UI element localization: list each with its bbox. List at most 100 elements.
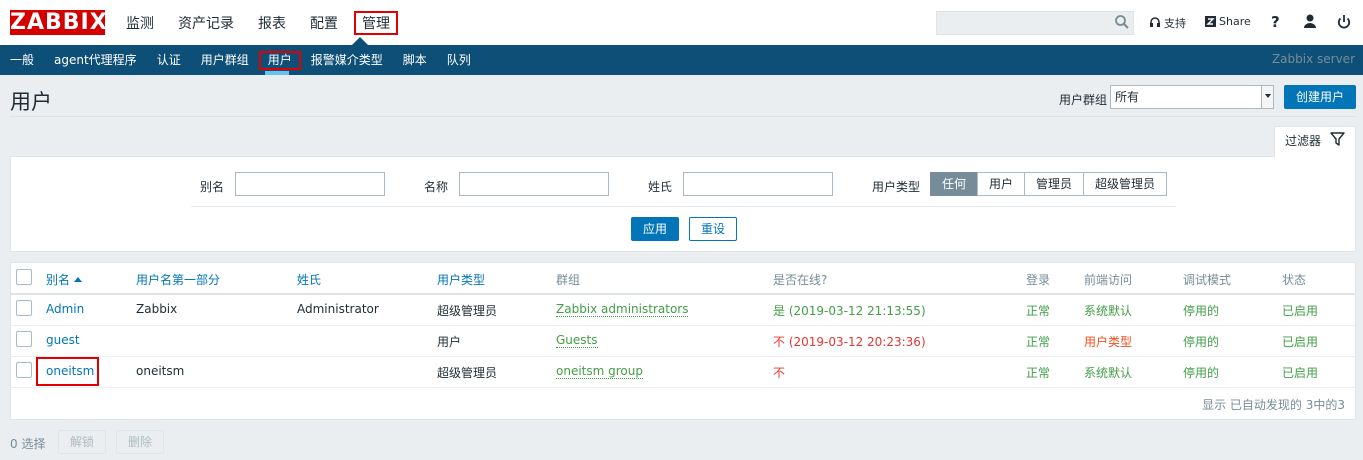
user-alias-link[interactable]: guest bbox=[46, 333, 80, 347]
user-debug-mode[interactable]: 停用的 bbox=[1183, 364, 1219, 381]
submenu-authentication[interactable]: 认证 bbox=[147, 45, 191, 75]
row-divider bbox=[11, 325, 1355, 326]
user-debug-mode[interactable]: 停用的 bbox=[1183, 333, 1219, 350]
delete-button[interactable]: 删除 bbox=[116, 430, 164, 454]
submenu-scripts[interactable]: 脚本 bbox=[393, 45, 437, 75]
row-divider bbox=[11, 356, 1355, 357]
reset-button[interactable]: 重设 bbox=[689, 217, 737, 241]
col-status: 状态 bbox=[1282, 273, 1307, 287]
sort-asc-icon bbox=[74, 277, 83, 282]
user-group-link[interactable]: oneitsm group bbox=[556, 364, 643, 379]
apply-button[interactable]: 应用 bbox=[631, 217, 679, 241]
server-name: Zabbix server bbox=[1271, 52, 1355, 66]
row-checkbox[interactable] bbox=[16, 300, 32, 316]
alias-label: 别名 bbox=[200, 180, 225, 194]
menu-administration[interactable]: 管理 bbox=[354, 11, 398, 35]
user-login-status: 正常 bbox=[1026, 304, 1051, 318]
user-group-link[interactable]: Zabbix administrators bbox=[556, 302, 689, 317]
user-status[interactable]: 已启用 bbox=[1282, 364, 1318, 381]
user-surname: Administrator bbox=[297, 302, 379, 316]
zabbix-logo[interactable]: ZABBIX bbox=[10, 10, 107, 35]
type-option-admin[interactable]: 管理员 bbox=[1024, 172, 1085, 196]
col-user-type[interactable]: 用户类型 bbox=[437, 271, 485, 288]
share-z-icon bbox=[1205, 16, 1216, 27]
group-filter-label: 用户群组 bbox=[1059, 93, 1108, 107]
submenu-queue[interactable]: 队列 bbox=[437, 45, 481, 75]
user-name: Zabbix bbox=[136, 302, 178, 316]
submenu-queue-label: 队列 bbox=[446, 53, 471, 67]
user-type-segmented: 任何 用户 管理员 超级管理员 bbox=[930, 172, 1168, 196]
active-submenu-indicator bbox=[265, 71, 289, 75]
type-option-user[interactable]: 用户 bbox=[977, 172, 1026, 196]
alias-input[interactable] bbox=[235, 172, 385, 196]
filter-tab[interactable]: 过滤器 bbox=[1274, 126, 1356, 157]
name-label: 名称 bbox=[424, 180, 449, 194]
user-login-status: 正常 bbox=[1026, 366, 1051, 380]
menu-reports[interactable]: 报表 bbox=[250, 11, 294, 35]
user-profile-icon[interactable] bbox=[1302, 13, 1318, 31]
user-type: 超级管理员 bbox=[437, 304, 498, 318]
submenu-user-groups-label: 用户群组 bbox=[200, 53, 249, 67]
user-login-status: 正常 bbox=[1026, 335, 1051, 349]
surname-input[interactable] bbox=[683, 172, 833, 196]
submenu-general[interactable]: 一般 bbox=[0, 45, 44, 75]
submenu-media-types-label: 报警媒介类型 bbox=[310, 53, 383, 67]
menu-configuration[interactable]: 配置 bbox=[302, 11, 346, 35]
share-link[interactable]: Share bbox=[1205, 15, 1251, 28]
user-status[interactable]: 已启用 bbox=[1282, 333, 1318, 350]
submenu-proxies-label: agent代理程序 bbox=[54, 53, 137, 67]
search-input[interactable] bbox=[936, 11, 1134, 35]
user-online-status: 不 (2019-03-12 20:23:36) bbox=[773, 335, 926, 349]
col-surname[interactable]: 姓氏 bbox=[297, 271, 321, 288]
user-online-status: 是 (2019-03-12 21:13:55) bbox=[773, 304, 926, 318]
user-online-status: 不 bbox=[773, 366, 786, 380]
col-frontend: 前端访问 bbox=[1084, 273, 1133, 287]
filter-panel: 别名 名称 姓氏 用户类型 任何 用户 管理员 超级管理员 应用 重设 bbox=[10, 156, 1356, 252]
col-name[interactable]: 用户名第一部分 bbox=[136, 271, 220, 288]
submenu-scripts-label: 脚本 bbox=[402, 53, 427, 67]
user-status[interactable]: 已启用 bbox=[1282, 302, 1318, 319]
row-checkbox[interactable] bbox=[16, 331, 32, 347]
page-title: 用户 bbox=[10, 90, 52, 114]
group-select[interactable]: 所有 bbox=[1110, 85, 1274, 109]
surname-label: 姓氏 bbox=[648, 180, 673, 194]
submenu-proxies[interactable]: agent代理程序 bbox=[44, 45, 147, 75]
filter-tab-label: 过滤器 bbox=[1285, 134, 1322, 148]
submenu-media-types[interactable]: 报警媒介类型 bbox=[301, 45, 393, 75]
col-debug: 调试模式 bbox=[1183, 273, 1232, 287]
col-online: 是否在线? bbox=[773, 273, 828, 287]
user-alias-link[interactable]: Admin bbox=[46, 302, 84, 316]
user-frontend-access: 系统默认 bbox=[1084, 366, 1133, 380]
users-table: 别名 用户名第一部分 姓氏 用户类型 群组 是否在线? 登录 前端访问 调试模式… bbox=[10, 262, 1356, 420]
name-input[interactable] bbox=[459, 172, 609, 196]
user-type-label: 用户类型 bbox=[872, 180, 921, 194]
col-alias-label: 别名 bbox=[46, 273, 71, 287]
col-groups: 群组 bbox=[556, 273, 581, 287]
header-divider bbox=[11, 293, 1355, 295]
help-icon[interactable]: ? bbox=[1271, 13, 1280, 31]
power-icon[interactable] bbox=[1336, 13, 1352, 31]
user-alias-link[interactable]: oneitsm bbox=[46, 364, 94, 378]
row-checkbox[interactable] bbox=[16, 362, 32, 378]
user-name: oneitsm bbox=[136, 364, 185, 378]
create-user-button[interactable]: 创建用户 bbox=[1284, 85, 1356, 109]
col-alias[interactable]: 别名 bbox=[46, 271, 83, 288]
submenu-user-groups[interactable]: 用户群组 bbox=[191, 45, 259, 75]
col-login: 登录 bbox=[1026, 273, 1051, 287]
submenu-authentication-label: 认证 bbox=[156, 53, 181, 67]
filter-icon bbox=[1330, 132, 1345, 146]
top-header: ZABBIX 监测 资产记录 报表 配置 管理 支持 Share ? bbox=[0, 0, 1363, 45]
user-type: 用户 bbox=[437, 335, 462, 349]
type-option-super-admin[interactable]: 超级管理员 bbox=[1083, 172, 1168, 196]
user-group-link[interactable]: Guests bbox=[556, 333, 598, 348]
user-frontend-access: 用户类型 bbox=[1084, 335, 1133, 349]
select-all-checkbox[interactable] bbox=[16, 269, 32, 285]
menu-monitoring[interactable]: 监测 bbox=[118, 11, 162, 35]
menu-inventory[interactable]: 资产记录 bbox=[170, 11, 242, 35]
support-link[interactable]: 支持 bbox=[1149, 15, 1186, 31]
type-option-any[interactable]: 任何 bbox=[930, 172, 979, 196]
search-icon[interactable] bbox=[1114, 14, 1130, 30]
unlock-button[interactable]: 解锁 bbox=[58, 430, 106, 454]
group-select-value: 所有 bbox=[1115, 90, 1140, 104]
user-debug-mode[interactable]: 停用的 bbox=[1183, 302, 1219, 319]
